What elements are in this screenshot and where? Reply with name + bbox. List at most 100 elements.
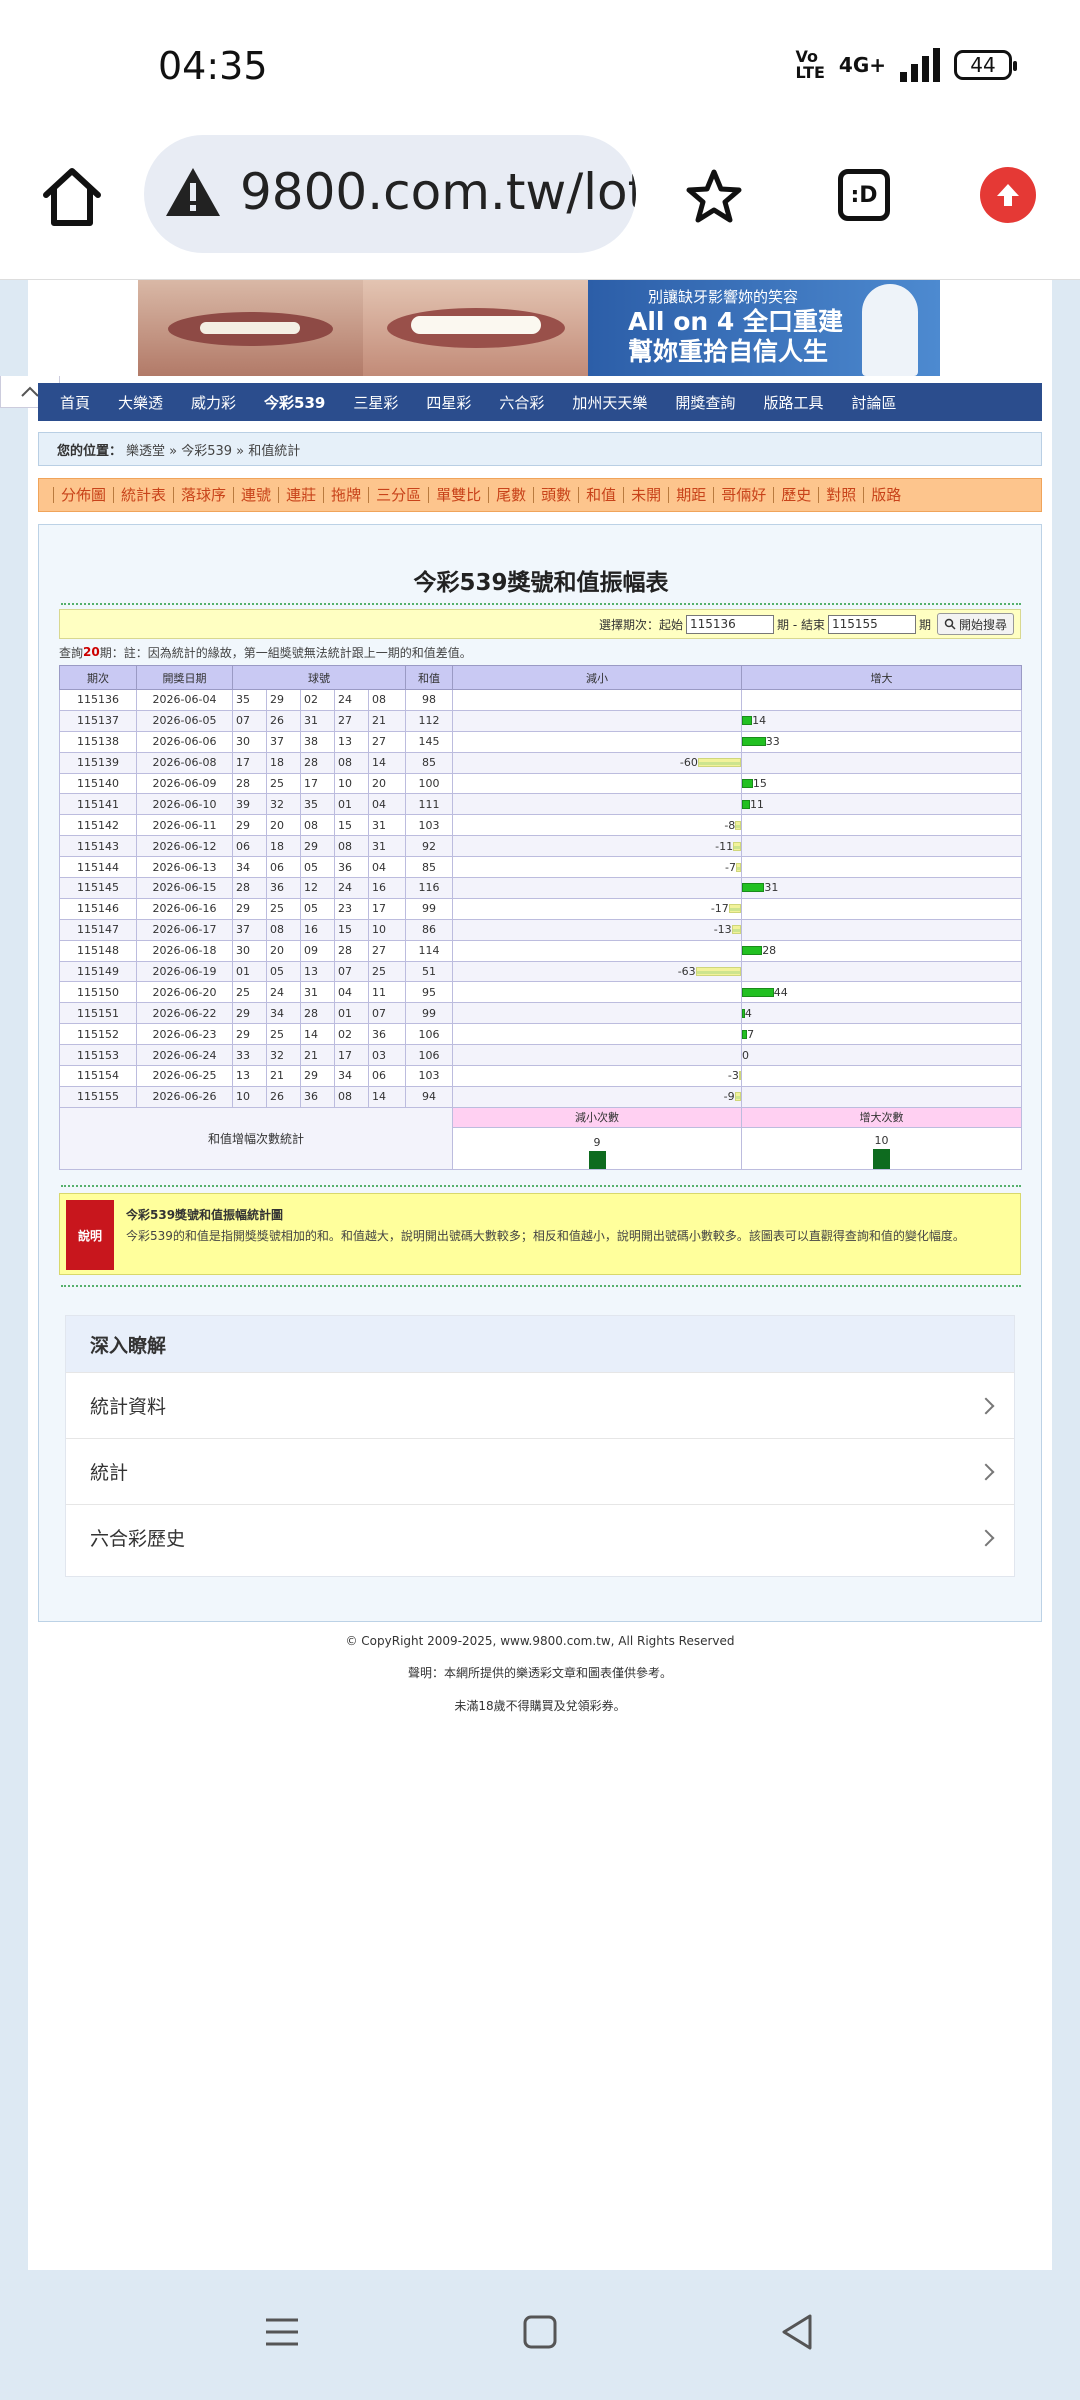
nav-item[interactable]: 威力彩	[191, 392, 236, 413]
increase-cell: 7	[741, 1023, 1023, 1046]
period-cell: 115142	[59, 814, 137, 837]
subnav-item[interactable]: 三分區	[368, 487, 428, 503]
table-row: 115150 2026-06-20 25 24 31 04 11 95 44	[59, 981, 1023, 1004]
ball-cell: 07	[334, 960, 369, 983]
home-square-icon[interactable]	[520, 2312, 560, 2352]
learn-more-item-stats[interactable]: 統計	[66, 1438, 1014, 1504]
table-row: 115143 2026-06-12 06 18 29 08 31 92 -11	[59, 835, 1023, 858]
increase-bar	[742, 779, 753, 788]
subnav-item[interactable]: 連號	[233, 487, 278, 503]
header-date: 開獎日期	[136, 665, 233, 690]
nav-item[interactable]: 今彩539	[264, 392, 325, 413]
learn-more-item-mark6-history[interactable]: 六合彩歷史	[66, 1504, 1014, 1570]
ball-cell: 04	[367, 793, 407, 816]
subnav-item[interactable]: 拖牌	[323, 487, 368, 503]
menu-icon[interactable]	[262, 2312, 302, 2352]
warning-icon[interactable]	[164, 165, 222, 219]
subnav-item[interactable]: 落球序	[173, 487, 233, 503]
decrease-value: -3	[727, 1069, 739, 1083]
sub-nav: 分佈圖 統計表 落球序 連號 連莊 拖牌 三分區 單雙比 尾數 頭數 和值 未開 期距 哥倆好 歷史 對照 版路	[38, 478, 1042, 512]
main-nav: 首頁 大樂透 威力彩 今彩539 三星彩 四星彩 六合彩 加州天天樂 開獎查詢 版路工具 討論區	[38, 383, 1042, 421]
url-bar[interactable]: 9800.com.tw/lott	[144, 135, 636, 253]
increase-value: 15	[752, 777, 767, 790]
description-box: 說明 今彩539獎號和值振幅統計圖 今彩539的和值是指開獎獎號相加的和。和值越…	[59, 1193, 1021, 1275]
ball-cell: 10	[232, 1085, 267, 1108]
ball-cell: 17	[300, 772, 335, 795]
period-cell: 115139	[59, 751, 137, 774]
increase-bar	[742, 883, 765, 893]
ball-cell: 29	[232, 814, 267, 837]
description-badge: 說明	[66, 1200, 114, 1270]
increase-cell	[741, 918, 1023, 941]
ball-cell: 30	[232, 939, 267, 962]
decrease-cell: -63	[452, 960, 743, 983]
decrease-cell: -17	[452, 897, 743, 920]
subnav-item[interactable]: 版路	[863, 487, 908, 503]
subnav-item[interactable]: 對照	[818, 487, 863, 503]
nav-item[interactable]: 加州天天樂	[572, 392, 647, 413]
system-nav-bar	[0, 2270, 1080, 2400]
nav-item[interactable]: 六合彩	[499, 392, 544, 413]
subnav-item[interactable]: 連莊	[278, 487, 323, 503]
page-title: 今彩539獎號和值振幅表	[413, 570, 669, 596]
date-cell: 2026-06-05	[136, 709, 233, 732]
query-select-label: 選擇期次：起始	[598, 617, 683, 632]
header-increase: 增大	[741, 665, 1023, 690]
increase-cell	[741, 856, 1023, 879]
tab-switcher-button[interactable]: :D	[838, 169, 890, 221]
period-cell: 115136	[59, 689, 137, 711]
nav-item[interactable]: 大樂透	[118, 392, 163, 413]
home-icon[interactable]	[38, 163, 106, 231]
date-cell: 2026-06-15	[136, 877, 233, 899]
nav-item[interactable]: 首頁	[60, 392, 90, 413]
breadcrumb-path[interactable]: 樂透堂 » 今彩539 » 和值統計	[126, 440, 300, 459]
ball-cell: 32	[266, 793, 301, 816]
nav-item[interactable]: 討論區	[851, 392, 896, 413]
table-body: 115136 2026-06-04 35 29 02 24 08 98 115137 2026-0…	[59, 689, 1023, 1108]
subnav-item[interactable]: 分佈圖	[53, 487, 113, 503]
decrease-cell	[452, 877, 743, 899]
nav-item[interactable]: 四星彩	[426, 392, 471, 413]
bookmark-star-icon[interactable]	[684, 167, 744, 227]
table-row: 115154 2026-06-25 13 21 29 34 06 103 -3	[59, 1065, 1023, 1087]
search-button[interactable]: 開始搜尋	[936, 613, 1014, 635]
start-period-input[interactable]: 115136	[686, 614, 774, 634]
learn-more-item-stats-data[interactable]: 統計資料	[66, 1372, 1014, 1438]
ad-banner[interactable]: 別讓缺牙影響妳的笑容 All on 4 全口重建 幫妳重拾自信人生	[138, 280, 940, 376]
date-cell: 2026-06-04	[136, 689, 233, 711]
decrease-value: -9	[723, 1090, 735, 1104]
subnav-item[interactable]: 和值	[578, 487, 623, 503]
subnav-item[interactable]: 歷史	[773, 487, 818, 503]
status-bar: 04:35 Vo LTE 4G+ 44	[0, 0, 1080, 135]
table-row: 115136 2026-06-04 35 29 02 24 08 98	[59, 689, 1023, 711]
nav-item[interactable]: 開獎查詢	[675, 392, 735, 413]
date-cell: 2026-06-26	[136, 1085, 233, 1108]
update-arrow-icon[interactable]	[980, 167, 1036, 223]
subnav-item[interactable]: 統計表	[113, 487, 173, 503]
subnav-item[interactable]: 頭數	[533, 487, 578, 503]
subnav-item[interactable]: 哥倆好	[713, 487, 773, 503]
ball-cell: 36	[300, 1085, 335, 1108]
ball-cell: 17	[232, 751, 267, 774]
subnav-item[interactable]: 期距	[668, 487, 713, 503]
note-count: 20	[83, 645, 100, 659]
back-icon[interactable]	[778, 2312, 818, 2352]
decrease-cell	[452, 1002, 743, 1025]
subnav-item[interactable]: 尾數	[488, 487, 533, 503]
ball-cell: 18	[266, 751, 301, 774]
nav-item[interactable]: 版路工具	[763, 392, 823, 413]
date-cell: 2026-06-06	[136, 730, 233, 753]
ball-cell: 07	[232, 709, 267, 732]
signal-icon	[900, 48, 940, 82]
description-title: 今彩539獎號和值振幅統計圖	[126, 1208, 284, 1222]
nav-item[interactable]: 三星彩	[353, 392, 398, 413]
increase-cell: 44	[741, 981, 1023, 1004]
increase-cell	[741, 897, 1023, 920]
end-period-input[interactable]: 115155	[827, 614, 916, 634]
subnav-item[interactable]: 未開	[623, 487, 668, 503]
subnav-item[interactable]: 單雙比	[428, 487, 488, 503]
ball-cell: 08	[367, 689, 407, 711]
url-text[interactable]: 9800.com.tw/lott	[240, 163, 636, 221]
date-cell: 2026-06-10	[136, 793, 233, 816]
ball-cell: 34	[334, 1065, 369, 1087]
